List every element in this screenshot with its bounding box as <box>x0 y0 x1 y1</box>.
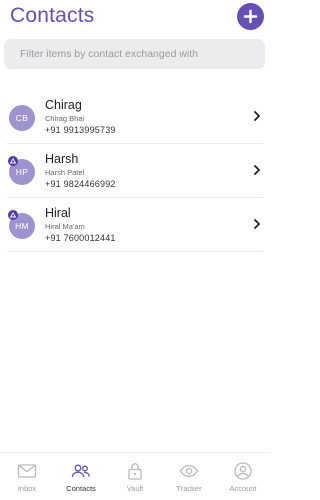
tab-account[interactable]: Account <box>216 453 270 500</box>
tab-label: Vault <box>126 484 144 493</box>
page-title: Contacts <box>10 4 95 27</box>
avatar: HP <box>8 156 35 185</box>
verified-badge <box>8 156 18 166</box>
lock-icon <box>128 463 142 480</box>
people-icon <box>71 464 90 478</box>
contact-phone: +91 7600012441 <box>45 233 116 243</box>
tab-contacts[interactable]: Contacts <box>54 453 108 500</box>
avatar: HM <box>8 210 35 239</box>
header: Contacts <box>0 0 270 36</box>
verified-badge <box>8 210 18 220</box>
avatar-initials: HP <box>15 167 29 177</box>
contact-name: Hiral <box>45 206 71 220</box>
tab-inbox[interactable]: Inbox <box>0 453 54 500</box>
contact-subtitle: Hiral Ma'am <box>45 222 85 231</box>
chevron-right-icon <box>254 219 260 229</box>
contact-list: CB Chirag Chirag Bhai +91 9913995739 HP … <box>0 90 270 252</box>
search-input[interactable] <box>4 39 265 69</box>
avatar: CB <box>9 105 35 131</box>
tab-label: Tracker <box>176 484 202 493</box>
eye-icon <box>179 464 199 478</box>
contact-row[interactable]: HP Harsh Harsh Patel +91 9824466992 <box>7 144 263 198</box>
user-circle-icon <box>234 462 252 480</box>
avatar-initials: HM <box>15 221 29 231</box>
bottom-tab-bar: Inbox Contacts Vault Tracker Account <box>0 452 270 500</box>
tab-tracker[interactable]: Tracker <box>162 453 216 500</box>
triangle-icon <box>10 158 16 164</box>
tab-label: Contacts <box>66 484 96 493</box>
contact-name: Chirag <box>45 98 82 112</box>
contact-name: Harsh <box>45 152 79 166</box>
search-bar <box>4 39 265 69</box>
plus-icon <box>243 9 258 24</box>
triangle-icon <box>10 212 16 218</box>
contact-row[interactable]: CB Chirag Chirag Bhai +91 9913995739 <box>7 90 263 144</box>
tab-vault[interactable]: Vault <box>108 453 162 500</box>
chevron-right-icon <box>254 111 260 121</box>
chevron-right-icon <box>254 165 260 175</box>
tab-label: Inbox <box>17 484 37 493</box>
tab-label: Account <box>229 484 257 493</box>
contact-phone: +91 9913995739 <box>45 125 116 135</box>
mail-icon <box>17 464 37 478</box>
contact-phone: +91 9824466992 <box>45 179 116 189</box>
avatar-initials: CB <box>15 113 29 123</box>
add-contact-button[interactable] <box>237 3 264 30</box>
contact-row[interactable]: HM Hiral Hiral Ma'am +91 7600012441 <box>7 198 263 252</box>
contact-subtitle: Chirag Bhai <box>45 114 85 123</box>
contact-subtitle: Harsh Patel <box>45 168 85 177</box>
